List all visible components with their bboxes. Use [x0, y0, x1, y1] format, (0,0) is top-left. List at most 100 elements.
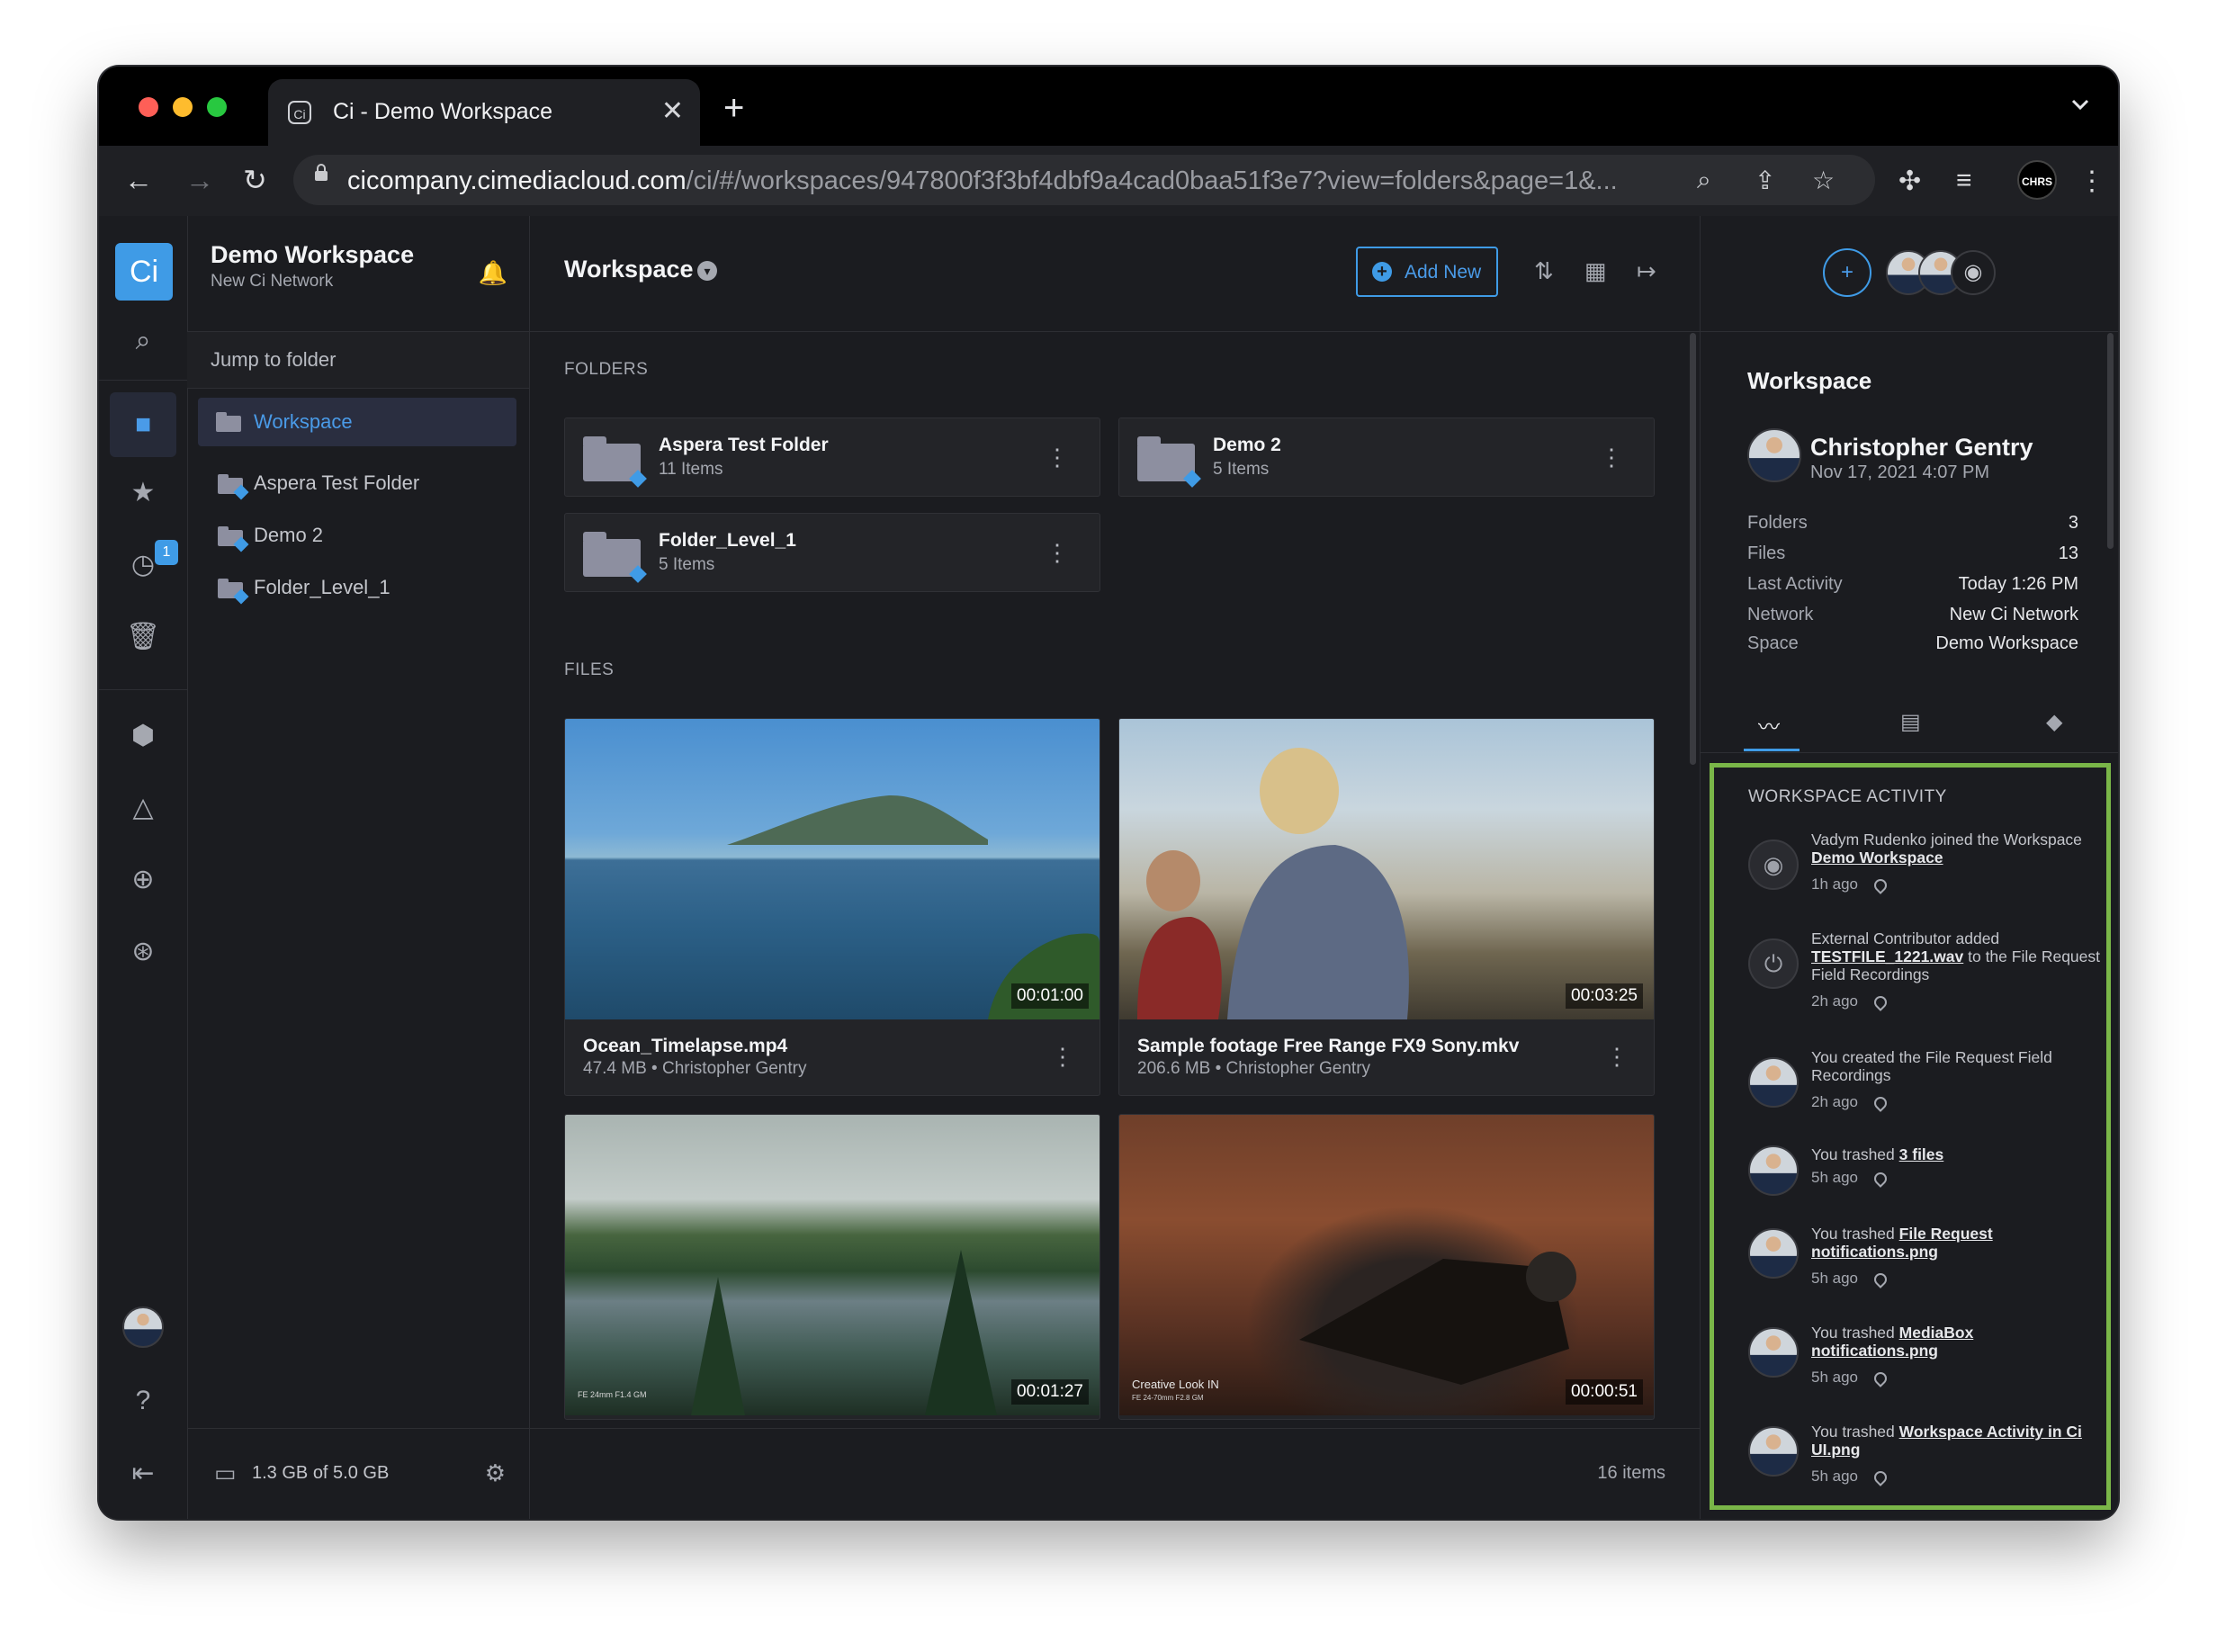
reload-icon[interactable]: ↻: [243, 166, 267, 194]
zoom-icon[interactable]: ⌕: [1697, 166, 1711, 195]
file-card[interactable]: FE 24mm F1.4 GM 00:01:27: [564, 1114, 1100, 1420]
workspace-network: New Ci Network: [211, 272, 334, 291]
tab-metadata-document-icon[interactable]: ▤: [1900, 709, 1921, 735]
file-request-icon[interactable]: ⊕: [99, 864, 187, 895]
folder-icon: [583, 532, 647, 583]
media-control-icon[interactable]: ≡: [1956, 166, 1972, 196]
scrollbar[interactable]: [1690, 333, 1696, 765]
folder-card[interactable]: Aspera Test Folder 11 Items ⋮: [564, 417, 1100, 497]
location-pin-icon[interactable]: [1871, 1169, 1889, 1188]
activity-link[interactable]: 3 files: [1899, 1145, 1944, 1163]
tab-tags-icon[interactable]: ◆: [2046, 709, 2062, 735]
owner-avatar: [1747, 428, 1801, 482]
share-icon[interactable]: ⇪: [1755, 166, 1775, 195]
toggle-details-icon[interactable]: ↦: [1637, 257, 1656, 285]
sort-icon[interactable]: ⇅: [1534, 257, 1554, 285]
location-pin-icon[interactable]: [1871, 1270, 1889, 1288]
grid-view-icon[interactable]: ▦: [1584, 257, 1607, 285]
more-options-icon[interactable]: ⋮: [1046, 541, 1069, 564]
profile-avatar[interactable]: CHRS: [2017, 160, 2057, 200]
file-card[interactable]: Creative Look IN FE 24-70mm F2.8 GM 00:0…: [1118, 1114, 1655, 1420]
tab-search-chevron-icon[interactable]: [2068, 92, 2093, 117]
folder-icon: [1137, 436, 1201, 488]
ci-network-avatar-icon[interactable]: ◉: [1951, 250, 1996, 295]
folder-icon: [218, 526, 249, 552]
folder-icon: [583, 436, 647, 488]
folder-card[interactable]: Folder_Level_1 5 Items ⋮: [564, 513, 1100, 592]
user-avatar: [1748, 1057, 1799, 1108]
folder-icon: [218, 579, 249, 605]
file-meta: 47.4 MB • Christopher Gentry: [583, 1059, 807, 1078]
more-options-icon[interactable]: ⋮: [1051, 1045, 1074, 1068]
details-header: + ◉: [1701, 216, 2118, 332]
trees-silhouette: [691, 1250, 997, 1415]
ci-logo-icon[interactable]: Ci: [115, 243, 173, 301]
kids-silhouette: [1137, 748, 1409, 1019]
file-card[interactable]: 00:03:25 Sample footage Free Range FX9 S…: [1118, 718, 1655, 1096]
divider: [99, 380, 187, 381]
tab-title: Ci - Demo Workspace: [333, 99, 553, 124]
activity-link[interactable]: TESTFILE_1221.wav: [1811, 947, 1963, 965]
invite-user-icon[interactable]: +: [1823, 248, 1871, 297]
folder-sidebar: Demo Workspace New Ci Network 🔔 Jump to …: [187, 216, 530, 1519]
help-icon[interactable]: ?: [99, 1386, 187, 1416]
forward-icon[interactable]: →: [185, 166, 214, 194]
sidebar-folder-item[interactable]: Aspera Test Folder: [218, 471, 419, 500]
workspace-activity-panel: WORKSPACE ACTIVITY ◉ Vadym Rudenko joine…: [1710, 763, 2111, 1510]
mediabox-icon[interactable]: ⬢: [99, 720, 187, 751]
maximize-window-button[interactable]: [207, 97, 227, 117]
more-options-icon[interactable]: ⋮: [1605, 1045, 1629, 1068]
back-icon[interactable]: ←: [124, 166, 153, 194]
location-pin-icon[interactable]: [1871, 1369, 1889, 1387]
user-avatar[interactable]: [122, 1306, 164, 1348]
video-thumbnail: [1119, 719, 1654, 1019]
sidebar-item-workspace[interactable]: Workspace: [198, 398, 516, 446]
storage-usage: 1.3 GB of 5.0 GB: [252, 1463, 390, 1483]
workspace-folders-icon: [216, 412, 243, 432]
add-new-button[interactable]: + Add New: [1356, 247, 1498, 297]
address-bar[interactable]: cicompany.cimediacloud.com/ci/#/workspac…: [293, 155, 1875, 205]
collapse-icon[interactable]: ⇤: [99, 1458, 187, 1489]
location-pin-icon[interactable]: [1871, 1093, 1889, 1112]
chevron-down-icon[interactable]: ▾: [697, 261, 717, 281]
network-icon[interactable]: ⊛: [99, 936, 187, 967]
trash-icon[interactable]: 🗑: [99, 621, 187, 652]
new-tab-icon[interactable]: +: [723, 90, 744, 126]
item-count: 16 items: [1597, 1463, 1665, 1483]
created-date: Nov 17, 2021 4:07 PM: [1810, 462, 1990, 482]
more-options-icon[interactable]: ⋮: [1046, 445, 1069, 469]
location-pin-icon[interactable]: [1871, 992, 1889, 1011]
cloud-icon[interactable]: △: [99, 792, 187, 823]
folders-icon[interactable]: ■: [110, 392, 176, 457]
tab-strip: Ci Ci - Demo Workspace ✕ +: [99, 67, 2118, 146]
tab-activity-icon[interactable]: 〰: [1758, 709, 1780, 741]
location-pin-icon[interactable]: [1871, 875, 1889, 894]
user-avatar: [1748, 1145, 1799, 1196]
close-tab-icon[interactable]: ✕: [661, 95, 684, 127]
browser-menu-icon[interactable]: ⋮: [2078, 166, 2105, 197]
owner-name: Christopher Gentry: [1810, 434, 2033, 461]
file-card[interactable]: 00:01:00 Ocean_Timelapse.mp4 47.4 MB • C…: [564, 718, 1100, 1096]
sidebar-folder-item[interactable]: Demo 2: [218, 524, 323, 552]
scrollbar[interactable]: [2107, 333, 2114, 549]
jump-to-folder-input[interactable]: Jump to folder: [187, 331, 529, 389]
video-thumbnail: [565, 719, 1100, 1019]
close-window-button[interactable]: [139, 97, 158, 117]
minimize-window-button[interactable]: [173, 97, 193, 117]
folder-card[interactable]: Demo 2 5 Items ⋮: [1118, 417, 1655, 497]
settings-gear-icon[interactable]: ⚙: [485, 1459, 506, 1487]
browser-tab[interactable]: Ci Ci - Demo Workspace ✕: [268, 79, 700, 146]
notifications-bell-icon[interactable]: 🔔: [479, 259, 507, 287]
more-options-icon[interactable]: ⋮: [1600, 445, 1623, 469]
active-tab-indicator: [1744, 749, 1800, 751]
sidebar-folder-item[interactable]: Folder_Level_1: [218, 576, 390, 605]
plus-icon: +: [1372, 262, 1392, 282]
extensions-puzzle-icon[interactable]: ✣: [1898, 166, 1921, 197]
favorites-star-icon[interactable]: ★: [99, 477, 187, 508]
lens-overlay-text: FE 24mm F1.4 GM: [578, 1390, 647, 1399]
activity-link[interactable]: Demo Workspace: [1811, 848, 1943, 866]
location-pin-icon[interactable]: [1871, 1468, 1889, 1486]
user-avatar: [1748, 1228, 1799, 1279]
bookmark-star-icon[interactable]: ☆: [1812, 166, 1835, 195]
search-icon[interactable]: ⌕: [99, 326, 187, 356]
